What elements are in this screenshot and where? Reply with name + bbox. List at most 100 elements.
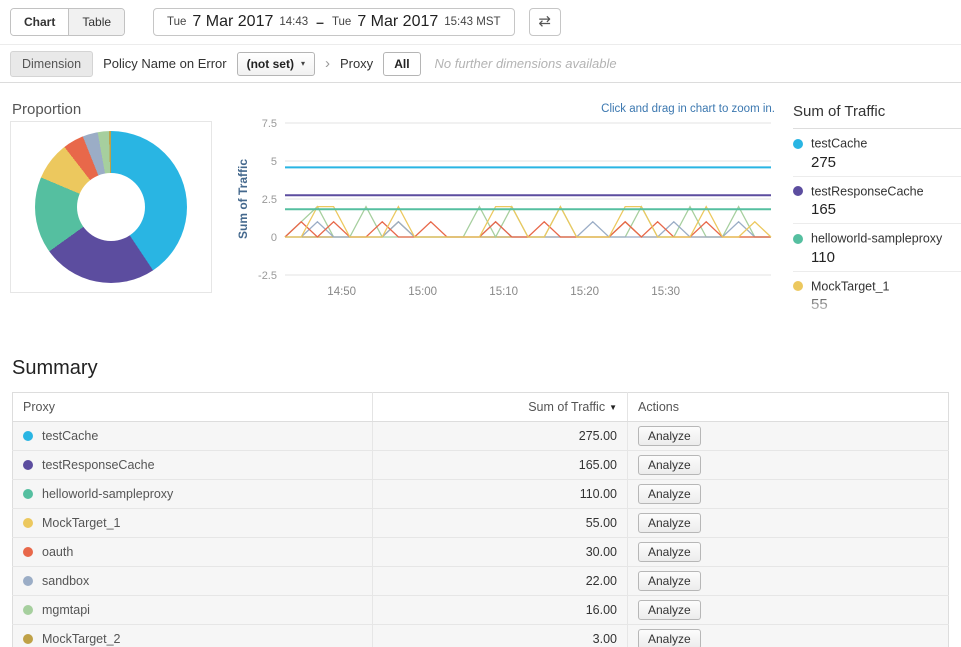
- x-tick-label: 14:50: [327, 286, 356, 298]
- table-row: testCache275.00Analyze: [13, 422, 949, 451]
- analytics-dashboard: ChartTable Tue 7 Mar 2017 14:43 – Tue 7 …: [0, 0, 961, 647]
- summary-table: Proxy Sum of Traffic▼ Actions testCache2…: [12, 392, 949, 647]
- traffic-value-cell: 165.00: [373, 451, 628, 480]
- col-header-actions: Actions: [628, 393, 949, 422]
- series-color-dot: [793, 234, 803, 244]
- start-time: 14:43: [279, 16, 308, 28]
- legend-item-name: MockTarget_1: [811, 279, 890, 293]
- col-header-traffic[interactable]: Sum of Traffic▼: [373, 393, 628, 422]
- chart-area: Proportion Click and drag in chart to zo…: [0, 83, 961, 343]
- donut-hole: [77, 173, 145, 241]
- proxy-cell: MockTarget_1: [13, 509, 373, 538]
- series-color-dot: [793, 139, 803, 149]
- series-color-dot: [23, 431, 33, 441]
- series-color-dot: [23, 460, 33, 470]
- series-line-oauth: [285, 222, 771, 237]
- caret-down-icon: ▾: [301, 59, 305, 68]
- legend-item-value: 55: [811, 296, 961, 313]
- traffic-value-cell: 110.00: [373, 480, 628, 509]
- summary-rows: testCache275.00AnalyzetestResponseCache1…: [13, 422, 949, 647]
- actions-cell: Analyze: [628, 625, 949, 647]
- proxy-cell: MockTarget_2: [13, 625, 373, 647]
- analyze-button[interactable]: Analyze: [638, 484, 701, 504]
- traffic-value-cell: 16.00: [373, 596, 628, 625]
- refresh-button[interactable]: ⇄: [529, 8, 562, 36]
- proxy-cell: sandbox: [13, 567, 373, 596]
- table-row: mgmtapi 16.00 Analyze: [13, 596, 949, 625]
- line-chart-svg[interactable]: 7.552.50-2.514:5015:0015:1015:2015:30Sum…: [233, 115, 781, 311]
- start-day: Tue: [167, 16, 186, 28]
- x-tick-label: 15:30: [651, 286, 680, 298]
- analyze-button[interactable]: Analyze: [638, 571, 701, 591]
- analyze-button[interactable]: Analyze: [638, 600, 701, 620]
- legend-item-value: 165: [811, 201, 961, 218]
- proportion-chart-card: [10, 121, 212, 293]
- series-color-dot: [23, 518, 33, 528]
- y-tick-label: -2.5: [258, 270, 277, 282]
- legend-item-value: 275: [811, 154, 961, 171]
- actions-cell: Analyze: [628, 596, 949, 625]
- table-row: MockTarget_155.00Analyze: [13, 509, 949, 538]
- analyze-button[interactable]: Analyze: [638, 629, 701, 647]
- table-row: MockTarget_23.00Analyze: [13, 625, 949, 647]
- analyze-button[interactable]: Analyze: [638, 513, 701, 533]
- legend-item[interactable]: testCache 275: [793, 129, 961, 177]
- legend-item[interactable]: testResponseCache165: [793, 177, 961, 225]
- tab-chart[interactable]: Chart: [11, 9, 68, 35]
- donut-chart[interactable]: [35, 131, 187, 283]
- end-date: 7 Mar 2017: [357, 13, 438, 31]
- analyze-button[interactable]: Analyze: [638, 426, 701, 446]
- legend-item-name: testCache: [811, 137, 867, 151]
- dimension-bar: Dimension Policy Name on Error (not set)…: [0, 44, 961, 83]
- table-row: oauth30.00Analyze: [13, 538, 949, 567]
- col-header-traffic-label: Sum of Traffic: [528, 400, 605, 414]
- actions-cell: Analyze: [628, 422, 949, 451]
- zoom-hint: Click and drag in chart to zoom in.: [601, 103, 775, 115]
- start-date: 7 Mar 2017: [192, 13, 273, 31]
- actions-cell: Analyze: [628, 480, 949, 509]
- proxy-name: helloworld-sampleproxy: [42, 487, 173, 501]
- date-range-picker[interactable]: Tue 7 Mar 2017 14:43 – Tue 7 Mar 2017 15…: [153, 8, 514, 36]
- col-header-proxy[interactable]: Proxy: [13, 393, 373, 422]
- table-row: helloworld-sampleproxy 110.00 Analyze: [13, 480, 949, 509]
- proxy-name: sandbox: [42, 574, 89, 588]
- legend-title: Sum of Traffic: [793, 103, 961, 129]
- actions-cell: Analyze: [628, 567, 949, 596]
- policy-value: (not set): [247, 57, 294, 71]
- end-time: 15:43 MST: [444, 16, 500, 28]
- y-tick-label: 2.5: [262, 194, 277, 206]
- refresh-icon: ⇄: [539, 13, 552, 30]
- proxy-cell: oauth: [13, 538, 373, 567]
- x-tick-label: 15:20: [570, 286, 599, 298]
- breadcrumb-chevron-icon: ›: [325, 55, 330, 72]
- proxy-all-button[interactable]: All: [383, 52, 420, 76]
- proxy-label: Proxy: [340, 56, 373, 71]
- y-tick-label: 5: [271, 156, 277, 168]
- series-color-dot: [23, 576, 33, 586]
- proxy-cell: testCache: [13, 422, 373, 451]
- proportion-title: Proportion: [12, 101, 81, 118]
- analyze-button[interactable]: Analyze: [638, 455, 701, 475]
- analyze-button[interactable]: Analyze: [638, 542, 701, 562]
- policy-name-label: Policy Name on Error: [103, 56, 227, 71]
- actions-cell: Analyze: [628, 538, 949, 567]
- policy-value-dropdown[interactable]: (not set) ▾: [237, 52, 315, 76]
- series-color-dot: [23, 547, 33, 557]
- proxy-name: mgmtapi: [42, 603, 90, 617]
- proxy-cell: testResponseCache: [13, 451, 373, 480]
- traffic-value-cell: 22.00: [373, 567, 628, 596]
- date-range-separator: –: [314, 14, 326, 30]
- summary-section: Summary Proxy Sum of Traffic▼ Actions te…: [0, 343, 961, 647]
- tab-table[interactable]: Table: [68, 9, 124, 35]
- series-color-dot: [793, 281, 803, 291]
- y-tick-label: 0: [271, 232, 277, 244]
- series-color-dot: [793, 186, 803, 196]
- proxy-name: MockTarget_1: [42, 516, 121, 530]
- legend-items: testCache 275 testResponseCache165hellowor…: [793, 129, 961, 319]
- legend-item-value: 110: [811, 249, 961, 266]
- legend-item[interactable]: MockTarget_1 55: [793, 272, 961, 320]
- proxy-cell: mgmtapi: [13, 596, 373, 625]
- legend-item[interactable]: helloworld-sampleproxy110: [793, 224, 961, 272]
- dimension-chip: Dimension: [10, 51, 93, 77]
- actions-cell: Analyze: [628, 509, 949, 538]
